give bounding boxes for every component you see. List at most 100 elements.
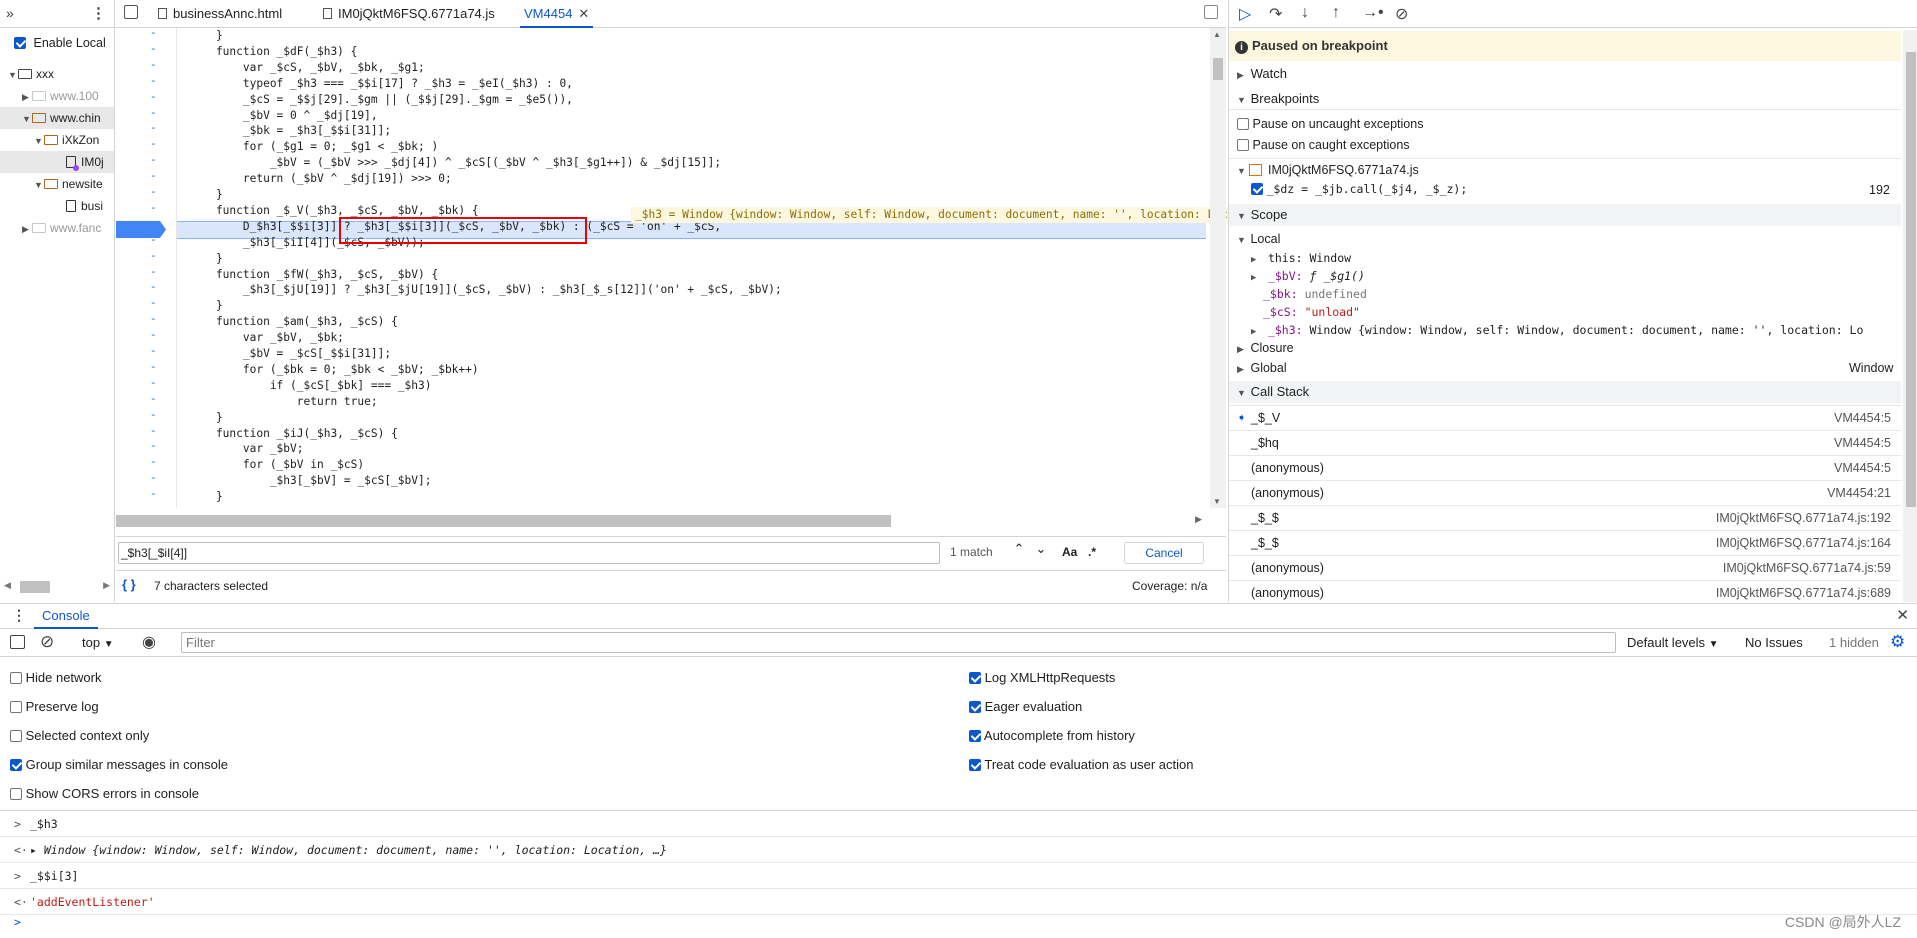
tree-item[interactable]: ▶ www.100 (22, 85, 99, 107)
code-line[interactable]: for (_$bV in _$cS) (189, 457, 364, 473)
step-into-icon[interactable]: ↓ (1301, 4, 1309, 22)
frame-location[interactable]: IM0jQktM6FSQ.6771a74.js:59 (1723, 556, 1891, 580)
tree-item[interactable]: ▶ www.fanc (22, 217, 101, 239)
code-line[interactable]: } (189, 298, 223, 314)
toggle-navigator-icon[interactable] (124, 5, 138, 19)
gutter-mark[interactable]: - (150, 92, 157, 104)
option-user-action[interactable]: Treat code evaluation as user action (969, 757, 1193, 772)
breakpoint-marker[interactable] (116, 221, 166, 238)
call-frame[interactable]: _$_$ IM0jQktM6FSQ.6771a74.js:164 (1229, 530, 1901, 554)
code-line[interactable]: var _$bV, _$bk; (189, 330, 344, 346)
code-line[interactable]: _$bV = 0 ^ _$dj[19], (189, 108, 378, 124)
search-input[interactable]: _$h3[_$iI[4]] (118, 542, 940, 564)
next-match-icon[interactable]: ⌄ (1031, 541, 1051, 563)
breakpoint-checkbox[interactable] (1251, 183, 1263, 195)
code-line[interactable]: return (_$bV ^ _$dj[19]) >>> 0; (189, 171, 452, 187)
gutter-mark[interactable]: - (150, 108, 157, 120)
gutter-mark[interactable]: - (150, 171, 157, 183)
console-input-line[interactable]: > _$$i[3] (0, 863, 1917, 889)
gutter-mark[interactable]: - (150, 282, 157, 294)
more-options-icon[interactable]: ⋮ (91, 4, 106, 22)
gutter-mark[interactable]: - (150, 28, 157, 40)
close-drawer-icon[interactable]: ✕ (1896, 606, 1909, 624)
toggle-debugger-icon[interactable] (1204, 5, 1218, 19)
context-select[interactable]: top ▼ (82, 635, 114, 650)
option-group-similar[interactable]: Group similar messages in console (10, 757, 228, 772)
filter-input[interactable]: Filter (181, 632, 1616, 653)
scope-h3[interactable]: ▶ _$h3: Window {window: Window, self: Wi… (1251, 323, 1901, 337)
gutter-mark[interactable]: - (150, 314, 157, 326)
pause-caught-checkbox[interactable] (1237, 139, 1249, 151)
code-line[interactable]: if (_$cS[_$bk] === _$h3) (189, 378, 432, 394)
tab-console[interactable]: Console (34, 604, 98, 629)
frame-location[interactable]: IM0jQktM6FSQ.6771a74.js:192 (1716, 506, 1891, 530)
code-line[interactable]: for (_$g1 = 0; _$g1 < _$bk; ) (189, 139, 438, 155)
option-selected-context[interactable]: Selected context only (10, 728, 149, 743)
scope-local[interactable]: ▼ Local (1237, 232, 1280, 246)
option-hide-network[interactable]: Hide network (10, 670, 102, 685)
pause-uncaught[interactable]: Pause on uncaught exceptions (1237, 117, 1423, 131)
line-gutter[interactable]: ----------------------------- (116, 28, 176, 508)
gutter-mark[interactable]: - (150, 346, 157, 358)
gutter-mark[interactable]: - (150, 76, 157, 88)
option-autocomplete[interactable]: Autocomplete from history (969, 728, 1135, 743)
frame-location[interactable]: IM0jQktM6FSQ.6771a74.js:164 (1716, 531, 1891, 555)
enable-local-overrides[interactable]: Enable Local (14, 36, 106, 50)
scope-bv[interactable]: ▶ _$bV: ƒ _$g1() (1251, 269, 1365, 283)
nav-hscrollbar[interactable]: ◀ ▶ (0, 580, 114, 594)
code-line[interactable]: function _$dF(_$h3) { (189, 44, 357, 60)
scope-closure[interactable]: ▶ Closure (1237, 341, 1294, 355)
code-line[interactable]: var _$bV; (189, 441, 304, 457)
editor-hscrollbar[interactable]: ▶ (116, 514, 1206, 527)
match-case-button[interactable]: Aa (1062, 545, 1077, 559)
frame-location[interactable]: VM4454:5 (1834, 406, 1891, 430)
tree-item-selected[interactable]: ▼ www.chin (0, 107, 114, 129)
option-cors-errors[interactable]: Show CORS errors in console (10, 786, 199, 801)
frame-location[interactable]: IM0jQktM6FSQ.6771a74.js:689 (1716, 581, 1891, 605)
scope-this[interactable]: ▶ this: Window (1251, 251, 1351, 265)
call-frame[interactable]: (anonymous) VM4454:21 (1229, 480, 1901, 504)
log-levels-select[interactable]: Default levels ▼ (1627, 635, 1719, 650)
gutter-mark[interactable]: - (150, 298, 157, 310)
call-frame[interactable]: _$_$ IM0jQktM6FSQ.6771a74.js:192 (1229, 505, 1901, 529)
gutter-mark[interactable]: - (150, 489, 157, 501)
call-frame[interactable]: (anonymous) IM0jQktM6FSQ.6771a74.js:59 (1229, 555, 1901, 579)
prev-match-icon[interactable]: ⌃ (1009, 541, 1029, 563)
code-line[interactable]: function _$fW(_$h3, _$cS, _$bV) { (189, 267, 438, 283)
code-line[interactable]: var _$cS, _$bV, _$bk, _$g1; (189, 60, 425, 76)
code-line[interactable]: } (189, 410, 223, 426)
tree-item-root[interactable]: ▼ xxx (8, 63, 54, 85)
frame-location[interactable]: VM4454:21 (1827, 481, 1891, 505)
gutter-mark[interactable]: - (150, 394, 157, 406)
code-area[interactable]: } function _$dF(_$h3) { var _$cS, _$bV, … (176, 28, 1204, 508)
gutter-mark[interactable]: - (150, 155, 157, 167)
gutter-mark[interactable]: - (150, 44, 157, 56)
gutter-mark[interactable]: - (150, 251, 157, 263)
gutter-mark[interactable]: - (150, 203, 157, 215)
clear-console-icon[interactable]: ⊘ (40, 632, 54, 652)
option-preserve-log[interactable]: Preserve log (10, 699, 99, 714)
gutter-mark[interactable]: - (150, 473, 157, 485)
frame-location[interactable]: VM4454:5 (1834, 431, 1891, 455)
tab-im0j-js[interactable]: IM0jQktM6FSQ.6771a74.js (323, 0, 495, 28)
call-frame[interactable]: ➧ _$_V VM4454:5 (1229, 405, 1901, 429)
frame-location[interactable]: VM4454:5 (1834, 456, 1891, 480)
option-eager-eval[interactable]: Eager evaluation (969, 699, 1082, 714)
code-line[interactable]: } (189, 251, 223, 267)
code-line[interactable]: for (_$bk = 0; _$bk < _$bV; _$bk++) (189, 362, 479, 378)
resume-icon[interactable]: ▷ (1239, 4, 1251, 24)
step-out-icon[interactable]: ↑ (1332, 4, 1340, 22)
pause-caught[interactable]: Pause on caught exceptions (1237, 138, 1410, 152)
regex-button[interactable]: .* (1088, 545, 1096, 559)
console-input-line[interactable]: > _$h3 (0, 811, 1917, 837)
console-prompt[interactable]: > (14, 915, 21, 929)
scope-section[interactable]: ▼ Scope (1229, 204, 1901, 226)
tree-file-selected[interactable]: IM0j (0, 151, 114, 173)
cancel-search-button[interactable]: Cancel (1124, 542, 1204, 564)
step-icon[interactable]: →• (1362, 4, 1384, 22)
enable-local-checkbox[interactable] (14, 37, 26, 49)
code-line[interactable]: typeof _$h3 === _$$i[17] ? _$h3 = _$eI(_… (189, 76, 573, 92)
gutter-mark[interactable]: - (150, 426, 157, 438)
gutter-mark[interactable]: - (150, 378, 157, 390)
gutter-mark[interactable]: - (150, 410, 157, 422)
